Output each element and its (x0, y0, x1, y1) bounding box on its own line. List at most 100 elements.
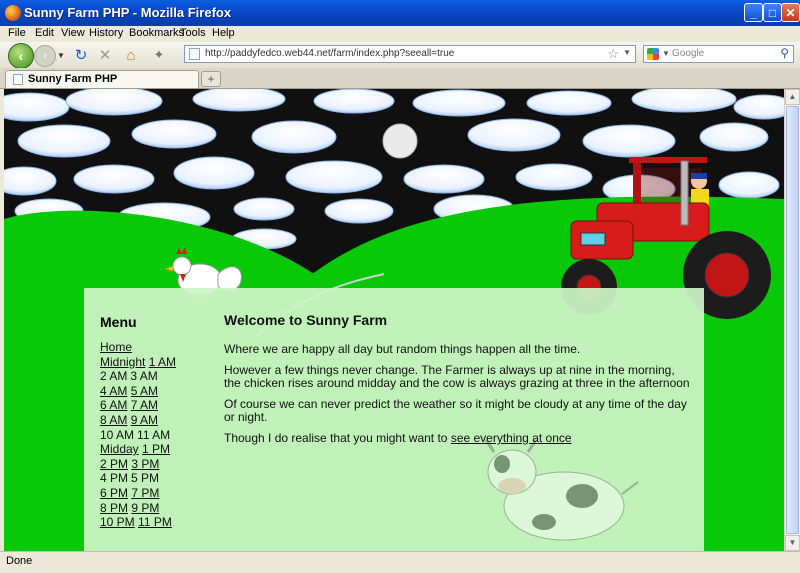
status-bar: Done (0, 551, 800, 573)
tab-favicon-icon (13, 74, 23, 85)
time-link-6pm[interactable]: 6 PM (100, 486, 128, 500)
addon-button[interactable]: ✦ (150, 45, 168, 65)
tab-strip: Sunny Farm PHP + (0, 68, 800, 89)
time-link-5am[interactable]: 5 AM (131, 384, 158, 398)
menu-heading: Menu (100, 314, 137, 330)
list-item: 6 AM 7 AM (100, 398, 210, 413)
scroll-down-button[interactable]: ▼ (785, 535, 800, 551)
maximize-button[interactable]: □ (763, 3, 782, 22)
list-item: 8 AM 9 AM (100, 413, 210, 428)
list-item: 4 PM 5 PM (100, 471, 210, 486)
tab-sunny-farm[interactable]: Sunny Farm PHP (5, 70, 199, 88)
vertical-scrollbar[interactable]: ▲ ▼ (784, 89, 800, 551)
list-item: 8 PM 9 PM (100, 501, 210, 516)
time-link-9am[interactable]: 9 AM (131, 413, 158, 427)
home-link[interactable]: Home (100, 340, 132, 354)
search-bar[interactable]: ▼ Google ⚲ (643, 45, 794, 63)
see-everything-link[interactable]: see everything at once (451, 431, 572, 445)
menu-tools[interactable]: Tools (180, 27, 206, 39)
menu-edit[interactable]: Edit (35, 27, 54, 39)
page-viewport: Menu Home Midnight 1 AM 2 AM 3 AM 4 AM 5 … (4, 89, 784, 551)
time-link-midnight[interactable]: Midnight (100, 355, 145, 369)
stop-button[interactable]: ✕ (96, 45, 114, 65)
time-link-4am[interactable]: 4 AM (100, 384, 127, 398)
page-favicon-icon (189, 48, 200, 60)
firefox-logo-icon (5, 5, 21, 21)
time-link-7pm[interactable]: 7 PM (131, 486, 159, 500)
menu-view[interactable]: View (61, 27, 85, 39)
reload-button[interactable]: ↻ (72, 45, 90, 65)
back-button[interactable]: ‹ (8, 43, 34, 69)
close-button[interactable]: ✕ (781, 3, 800, 22)
back-arrow-icon: ‹ (18, 48, 24, 64)
time-text-4pm: 4 PM (100, 471, 129, 486)
list-item: 10 AM 11 AM (100, 428, 210, 443)
list-item: 6 PM 7 PM (100, 486, 210, 501)
main-content: Welcome to Sunny Farm Where we are happy… (224, 312, 694, 453)
moon (382, 123, 418, 159)
chevron-down-icon: ▼ (57, 50, 65, 60)
url-text[interactable]: http://paddyfedco.web44.net/farm/index.p… (205, 48, 454, 59)
time-link-1pm[interactable]: 1 PM (142, 442, 170, 456)
title-bar: Sunny Farm PHP - Mozilla Firefox _ □ ✕ (0, 0, 800, 26)
reload-icon: ↻ (74, 47, 88, 64)
time-link-3pm[interactable]: 3 PM (131, 457, 159, 471)
list-item: Midnight 1 AM (100, 355, 210, 370)
routine-paragraph: However a few things never change. The F… (224, 363, 690, 390)
history-dropdown-button[interactable]: ▼ (56, 45, 66, 65)
search-icon[interactable]: ⚲ (780, 46, 789, 60)
forward-button[interactable]: › (34, 45, 56, 67)
time-text-5pm: 5 PM (131, 471, 160, 486)
home-button[interactable]: ⌂ (122, 45, 140, 65)
see-all-text: Though I do realise that you might want … (224, 431, 451, 445)
tab-label: Sunny Farm PHP (28, 73, 118, 85)
engine-dropdown-icon[interactable]: ▼ (662, 49, 670, 58)
time-link-2pm[interactable]: 2 PM (100, 457, 128, 471)
puzzle-icon: ✦ (153, 47, 165, 62)
time-text-11am: 11 AM (137, 427, 171, 442)
intro-paragraph: Where we are happy all day but random th… (224, 342, 581, 356)
menu-history[interactable]: History (89, 27, 123, 39)
see-all-paragraph: Though I do realise that you might want … (224, 432, 694, 445)
menu-help[interactable]: Help (212, 27, 235, 39)
menu-file[interactable]: File (8, 27, 26, 39)
time-link-9pm[interactable]: 9 PM (131, 501, 159, 515)
list-item: 4 AM 5 AM (100, 384, 210, 399)
home-icon: ⌂ (126, 46, 136, 64)
forward-arrow-icon: › (43, 50, 47, 62)
time-link-6am[interactable]: 6 AM (100, 398, 127, 412)
time-link-10pm[interactable]: 10 PM (100, 515, 135, 529)
window-title: Sunny Farm PHP - Mozilla Firefox (24, 5, 232, 20)
menu-bar: File Edit View History Bookmarks Tools H… (0, 26, 800, 42)
navigation-toolbar: ‹ › ▼ ↻ ✕ ⌂ ✦ http://paddyfedco.web44.ne… (0, 42, 800, 69)
list-item: 2 PM 3 PM (100, 457, 210, 472)
scroll-thumb[interactable] (786, 106, 799, 534)
time-link-midday[interactable]: Midday (100, 442, 139, 456)
url-bar[interactable]: http://paddyfedco.web44.net/farm/index.p… (184, 45, 636, 63)
weather-paragraph: Of course we can never predict the weath… (224, 397, 687, 424)
menu-bookmarks[interactable]: Bookmarks (129, 27, 184, 39)
stop-icon: ✕ (98, 47, 112, 64)
time-link-7am[interactable]: 7 AM (131, 398, 158, 412)
list-item: 2 AM 3 AM (100, 369, 210, 384)
search-input[interactable]: Google (672, 48, 704, 59)
time-link-1am[interactable]: 1 AM (149, 355, 176, 369)
url-dropdown-icon[interactable]: ▼ (623, 48, 631, 57)
list-item: Midday 1 PM (100, 442, 210, 457)
time-menu: Home Midnight 1 AM 2 AM 3 AM 4 AM 5 AM 6 … (100, 340, 210, 530)
scroll-up-button[interactable]: ▲ (785, 89, 800, 105)
bookmark-star-icon[interactable]: ☆ (607, 46, 619, 62)
time-text-3am: 3 AM (130, 369, 158, 384)
content-panel: Menu Home Midnight 1 AM 2 AM 3 AM 4 AM 5 … (84, 288, 704, 551)
time-link-8pm[interactable]: 8 PM (100, 501, 128, 515)
new-tab-button[interactable]: + (201, 71, 221, 87)
status-text: Done (6, 555, 33, 567)
page-title: Welcome to Sunny Farm (224, 312, 388, 328)
minimize-button[interactable]: _ (744, 3, 763, 22)
list-item: 10 PM 11 PM (100, 515, 210, 530)
time-text-10am: 10 AM (100, 427, 135, 442)
time-text-2am: 2 AM (100, 369, 128, 384)
time-link-8am[interactable]: 8 AM (100, 413, 127, 427)
google-engine-icon[interactable] (647, 48, 659, 60)
time-link-11pm[interactable]: 11 PM (138, 515, 172, 529)
